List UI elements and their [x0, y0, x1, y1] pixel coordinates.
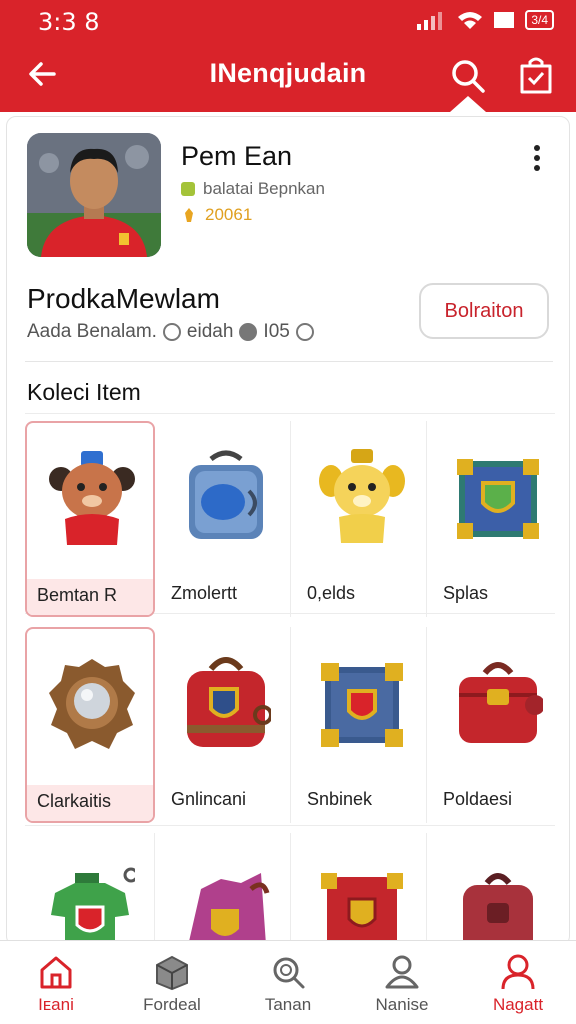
- item-label: Gnlincani: [171, 789, 247, 809]
- item-label: Poldaesi: [443, 789, 513, 809]
- red-backpack-icon: [187, 657, 271, 747]
- shop-meta-text2: eidah: [186, 321, 234, 342]
- nav-label: Iᴇani: [38, 995, 74, 1014]
- nav-home[interactable]: Iᴇani: [6, 953, 106, 1015]
- coin-count: 20061: [205, 205, 253, 224]
- item-card[interactable]: Splas: [433, 421, 563, 617]
- profile-icon: [501, 954, 535, 990]
- item-card[interactable]: [297, 833, 427, 945]
- status-time: 3:3 8: [38, 8, 100, 36]
- shop-meta-count: I05: [263, 321, 290, 342]
- profile-tag-text: balatai Bepnkan: [203, 179, 325, 198]
- purple-cape-icon: [188, 873, 270, 945]
- grid-line: [25, 413, 555, 414]
- search-icon[interactable]: [448, 56, 488, 96]
- divider: [25, 361, 553, 362]
- stone-orb-icon: [49, 659, 135, 749]
- treasure-chest-icon: [457, 459, 539, 539]
- tag-badge-icon: [181, 182, 195, 196]
- item-card[interactable]: Zmolertt: [161, 421, 291, 617]
- sim-icon: [494, 12, 515, 28]
- item-label: 0,elds: [307, 583, 356, 603]
- red-crate-icon: [321, 873, 403, 945]
- nav-nanise[interactable]: Nanise: [352, 953, 452, 1015]
- item-label: Splas: [443, 583, 489, 603]
- blue-chest-icon: [321, 663, 403, 747]
- avatar[interactable]: [27, 133, 161, 257]
- item-card[interactable]: [161, 833, 291, 945]
- section-title: Koleci Item: [27, 379, 141, 405]
- page-title: INenqjudain: [209, 58, 367, 88]
- golden-bear-icon: [319, 449, 405, 543]
- nav-label: Nagatt: [492, 995, 544, 1014]
- signal-icon: [417, 12, 443, 30]
- item-card[interactable]: Snbinek: [297, 627, 427, 823]
- shop-meta: Aada Benalam. eidah I05: [27, 321, 314, 343]
- item-card[interactable]: Clarkaitis: [25, 627, 155, 823]
- tab-indicator: [450, 96, 486, 112]
- nav-label: Tanan: [264, 995, 312, 1014]
- item-card[interactable]: Gnlincani: [161, 627, 291, 823]
- blue-safe-icon: [189, 450, 263, 539]
- status-bar: 3:3 8 3/4: [0, 0, 576, 44]
- app-header: 3:3 8 3/4 INenqjudain: [0, 0, 576, 112]
- wifi-icon: [458, 12, 483, 29]
- app-bar: INenqjudain: [0, 44, 576, 112]
- item-card[interactable]: Bemtan R: [25, 421, 155, 617]
- follow-button[interactable]: Bolraiton: [419, 283, 549, 339]
- shop-meta-text: Aada Benalam.: [27, 321, 157, 342]
- nav-tanan[interactable]: Tanan: [238, 953, 338, 1015]
- player-photo: [27, 133, 161, 257]
- profile-tag: balatai Bepnkan: [181, 179, 325, 199]
- item-label: Zmolertt: [171, 583, 238, 603]
- green-jersey-icon: [51, 867, 135, 945]
- follower-icon: [239, 323, 258, 341]
- bear-mascot-icon: [49, 451, 135, 545]
- person-outline-icon: [385, 955, 419, 989]
- battery-indicator: 3/4: [525, 10, 554, 30]
- nav-label: Nanise: [375, 995, 429, 1014]
- item-label: Bemtan R: [37, 585, 118, 605]
- more-options-icon[interactable]: [527, 143, 547, 173]
- nav-nagatt[interactable]: Nagatt: [468, 953, 568, 1015]
- red-bag-icon: [459, 662, 543, 743]
- item-card[interactable]: Poldaesi: [433, 627, 563, 823]
- grid-line: [25, 825, 555, 826]
- profile-name: Pem Ean: [181, 141, 293, 171]
- shop-title: ProdkaMewlam: [27, 283, 220, 314]
- time-icon: [162, 323, 181, 341]
- item-card[interactable]: [433, 833, 563, 945]
- shop-card: Pem Ean balatai Bepnkan 20061 ProdkaMewl…: [6, 116, 570, 946]
- status-icons: 3/4: [417, 10, 554, 30]
- item-card[interactable]: [25, 833, 155, 945]
- item-label: Clarkaitis: [37, 791, 112, 811]
- home-icon: [40, 956, 72, 989]
- item-card[interactable]: 0,elds: [297, 421, 427, 617]
- box-icon: [156, 955, 188, 991]
- coin-icon: [185, 208, 193, 222]
- nav-fordeal[interactable]: Fordeal: [122, 953, 222, 1015]
- maroon-pack-icon: [463, 873, 533, 945]
- bottom-nav: Iᴇani Fordeal Tanan Nanise Nagatt: [0, 940, 576, 1024]
- item-label: Snbinek: [307, 789, 373, 809]
- shopping-bag-icon[interactable]: [516, 54, 556, 96]
- search-icon: [273, 957, 305, 989]
- smile-icon: [295, 323, 314, 341]
- nav-label: Fordeal: [143, 995, 201, 1014]
- profile-coins: 20061: [181, 205, 252, 225]
